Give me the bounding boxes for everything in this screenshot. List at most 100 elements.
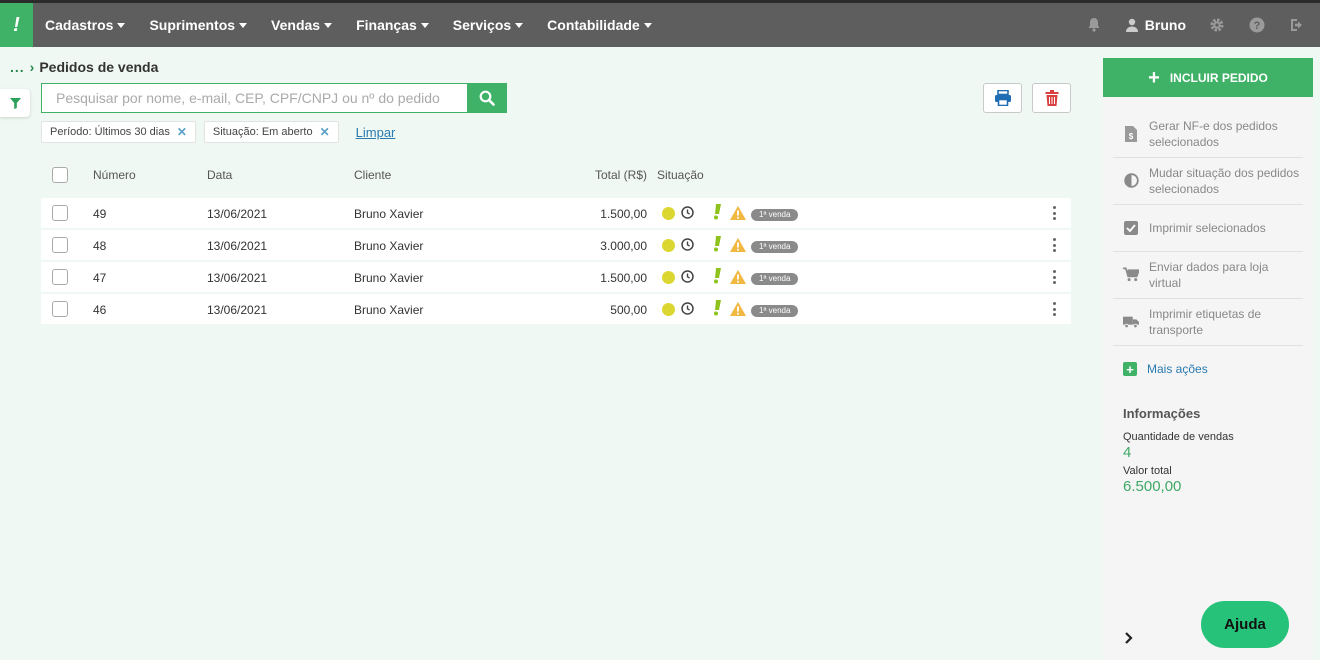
- action-imprimir-etiquetas[interactable]: Imprimir etiquetas de transporte: [1113, 299, 1303, 346]
- select-all-checkbox[interactable]: [52, 167, 68, 183]
- user-menu[interactable]: Bruno: [1125, 17, 1186, 33]
- incluir-pedido-button[interactable]: + INCLUIR PEDIDO: [1103, 58, 1313, 97]
- row-menu-icon[interactable]: [1051, 238, 1057, 252]
- first-sale-badge: 1ª venda: [751, 241, 799, 253]
- chip-label: Situação: Em aberto: [212, 126, 313, 138]
- menu-label: Cadastros: [45, 17, 114, 33]
- active-filters: Período: Últimos 30 dias ✕ Situação: Em …: [41, 121, 395, 143]
- cell-total: 1.500,00: [600, 207, 647, 221]
- qty-value: 4: [1123, 444, 1132, 461]
- chevron-right-icon[interactable]: [1124, 631, 1136, 647]
- caret-down-icon: [515, 23, 524, 28]
- cell-total: 3.000,00: [600, 239, 647, 253]
- action-mudar-situacao[interactable]: Mudar situação dos pedidos selecionados: [1113, 158, 1303, 205]
- main-menu: Cadastros Suprimentos Vendas Finanças Se…: [45, 17, 676, 33]
- row-checkbox[interactable]: [52, 237, 68, 253]
- menu-suprimentos[interactable]: Suprimentos: [149, 17, 248, 33]
- warning-icon: [730, 238, 746, 252]
- exclamation-icon: [713, 300, 721, 316]
- cell-cliente: Bruno Xavier: [354, 239, 424, 253]
- logout-icon[interactable]: [1288, 16, 1306, 34]
- cell-total: 1.500,00: [600, 271, 647, 285]
- menu-label: Vendas: [271, 17, 321, 33]
- print-button[interactable]: [983, 83, 1022, 113]
- warning-icon: [730, 302, 746, 316]
- row-menu-icon[interactable]: [1051, 302, 1057, 316]
- caret-down-icon: [643, 23, 652, 28]
- logo[interactable]: !: [0, 3, 33, 47]
- action-enviar-loja-virtual[interactable]: Enviar dados para loja virtual: [1113, 252, 1303, 299]
- filter-chip-situacao: Situação: Em aberto ✕: [203, 121, 339, 143]
- menu-label: Suprimentos: [149, 17, 236, 33]
- cell-data: 13/06/2021: [207, 239, 268, 253]
- header-numero[interactable]: Número: [93, 168, 136, 182]
- menu-servicos[interactable]: Serviços: [452, 17, 524, 33]
- cart-icon: [1123, 267, 1139, 283]
- filter-chip-periodo: Período: Últimos 30 dias ✕: [41, 121, 196, 143]
- top-navigation-bar: ! Cadastros Suprimentos Vendas Finanças …: [0, 0, 1320, 47]
- clock-icon: [681, 238, 694, 251]
- row-menu-icon[interactable]: [1051, 270, 1057, 284]
- row-checkbox[interactable]: [52, 301, 68, 317]
- header-cliente[interactable]: Cliente: [354, 168, 391, 182]
- header-situacao[interactable]: Situação: [657, 168, 704, 182]
- exclamation-icon: [713, 268, 721, 284]
- search-button[interactable]: [467, 83, 507, 113]
- plus-icon: +: [1148, 66, 1160, 89]
- menu-financas[interactable]: Finanças: [356, 17, 429, 33]
- first-sale-badge: 1ª venda: [751, 273, 799, 285]
- caret-down-icon: [324, 23, 333, 28]
- bell-icon[interactable]: [1085, 16, 1103, 34]
- menu-cadastros[interactable]: Cadastros: [45, 17, 126, 33]
- filter-toggle-button[interactable]: [0, 89, 30, 117]
- action-imprimir-selecionados[interactable]: Imprimir selecionados: [1113, 205, 1303, 252]
- chevron-right-icon: ›: [29, 59, 35, 75]
- chip-label: Período: Últimos 30 dias: [50, 126, 170, 138]
- search-input[interactable]: [41, 83, 467, 113]
- breadcrumb-ellipsis[interactable]: ...: [10, 59, 25, 75]
- user-icon: [1125, 18, 1138, 32]
- cell-numero: 48: [93, 239, 107, 253]
- table-row[interactable]: 46 13/06/2021 Bruno Xavier 500,00 1ª ven…: [41, 294, 1071, 324]
- clock-icon: [681, 270, 694, 283]
- menu-vendas[interactable]: Vendas: [271, 17, 333, 33]
- cell-numero: 47: [93, 271, 107, 285]
- info-title: Informações: [1123, 406, 1201, 421]
- table-row[interactable]: 49 13/06/2021 Bruno Xavier 1.500,00 1ª v…: [41, 198, 1071, 228]
- row-checkbox[interactable]: [52, 205, 68, 221]
- search-icon: [479, 90, 495, 106]
- warning-icon: [730, 206, 746, 220]
- action-gerar-nfe[interactable]: $ Gerar NF-e dos pedidos selecionados: [1113, 111, 1303, 158]
- user-name: Bruno: [1144, 17, 1186, 33]
- close-icon[interactable]: ✕: [320, 125, 330, 139]
- action-label: Mudar situação dos pedidos selecionados: [1149, 165, 1300, 196]
- row-checkbox[interactable]: [52, 269, 68, 285]
- menu-contabilidade[interactable]: Contabilidade: [547, 17, 652, 33]
- menu-label: Serviços: [452, 17, 512, 33]
- status-dot: [662, 271, 675, 284]
- svg-text:$: $: [1129, 132, 1134, 141]
- total-label: Valor total: [1123, 465, 1172, 477]
- help-icon[interactable]: ?: [1248, 16, 1266, 34]
- status-dot: [662, 207, 675, 220]
- cell-cliente: Bruno Xavier: [354, 207, 424, 221]
- action-label: Imprimir selecionados: [1149, 220, 1266, 235]
- gear-icon[interactable]: [1208, 16, 1226, 34]
- status-dot: [662, 303, 675, 316]
- close-icon[interactable]: ✕: [177, 125, 187, 139]
- cell-cliente: Bruno Xavier: [354, 303, 424, 317]
- cell-data: 13/06/2021: [207, 303, 268, 317]
- header-data[interactable]: Data: [207, 168, 232, 182]
- caret-down-icon: [420, 23, 429, 28]
- help-button[interactable]: Ajuda: [1201, 601, 1289, 648]
- action-label: Enviar dados para loja virtual: [1149, 259, 1269, 290]
- row-menu-icon[interactable]: [1051, 206, 1057, 220]
- logo-glyph: !: [13, 13, 20, 36]
- header-total[interactable]: Total (R$): [595, 168, 647, 182]
- table-row[interactable]: 48 13/06/2021 Bruno Xavier 3.000,00 1ª v…: [41, 230, 1071, 260]
- incluir-pedido-label: INCLUIR PEDIDO: [1169, 70, 1268, 85]
- clear-filters-link[interactable]: Limpar: [356, 125, 396, 140]
- table-row[interactable]: 47 13/06/2021 Bruno Xavier 1.500,00 1ª v…: [41, 262, 1071, 292]
- mais-acoes-link[interactable]: + Mais ações: [1103, 346, 1313, 377]
- delete-button[interactable]: [1032, 83, 1071, 113]
